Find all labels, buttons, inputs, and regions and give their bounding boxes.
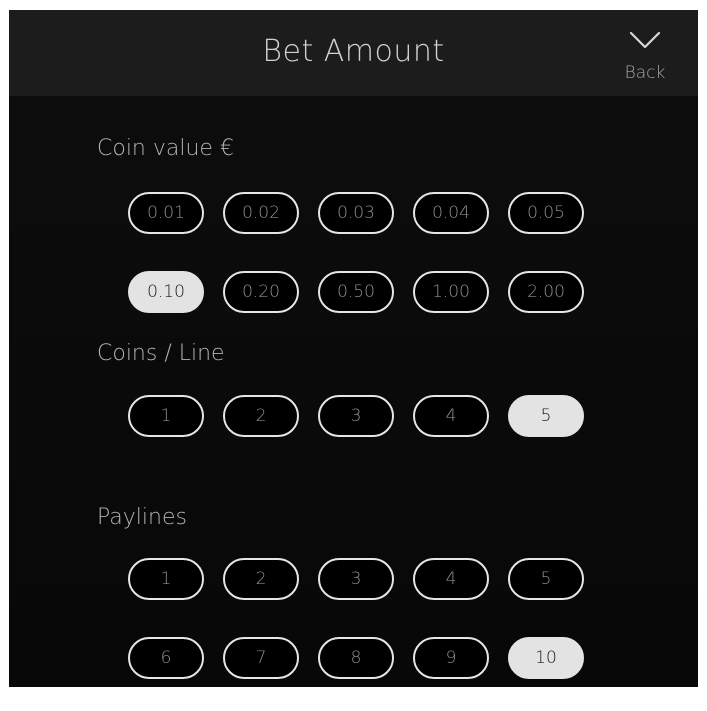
- chevron-down-icon: [629, 31, 661, 49]
- paylines-row-2: 6 7 8 9 10: [128, 637, 584, 679]
- coins-per-line-option[interactable]: 5: [508, 395, 584, 437]
- coins-per-line-label: Coins / Line: [97, 341, 225, 366]
- payline-option[interactable]: 8: [318, 637, 394, 679]
- coin-value-option[interactable]: 0.03: [318, 192, 394, 234]
- bet-amount-screen: Bet Amount Back Coin value € 0.01 0.02 0…: [9, 10, 698, 687]
- coins-per-line-option[interactable]: 2: [223, 395, 299, 437]
- payline-option[interactable]: 5: [508, 558, 584, 600]
- header-bar: Bet Amount Back: [9, 10, 698, 96]
- coins-per-line-option[interactable]: 4: [413, 395, 489, 437]
- payline-option[interactable]: 3: [318, 558, 394, 600]
- payline-option[interactable]: 4: [413, 558, 489, 600]
- payline-option[interactable]: 7: [223, 637, 299, 679]
- page-title: Bet Amount: [262, 34, 445, 69]
- coin-value-option[interactable]: 0.20: [223, 271, 299, 313]
- coins-per-line-row: 1 2 3 4 5: [128, 395, 584, 437]
- payline-option[interactable]: 1: [128, 558, 204, 600]
- coins-per-line-option[interactable]: 3: [318, 395, 394, 437]
- coin-value-option[interactable]: 0.04: [413, 192, 489, 234]
- coins-per-line-option[interactable]: 1: [128, 395, 204, 437]
- coin-value-option[interactable]: 0.50: [318, 271, 394, 313]
- coin-value-option[interactable]: 2.00: [508, 271, 584, 313]
- paylines-label: Paylines: [97, 505, 187, 530]
- back-button[interactable]: Back: [613, 30, 677, 88]
- coin-value-option[interactable]: 0.10: [128, 271, 204, 313]
- payline-option[interactable]: 9: [413, 637, 489, 679]
- payline-option[interactable]: 2: [223, 558, 299, 600]
- coin-value-option[interactable]: 0.02: [223, 192, 299, 234]
- coin-value-label: Coin value €: [97, 136, 234, 161]
- coin-value-row-1: 0.01 0.02 0.03 0.04 0.05: [128, 192, 584, 234]
- coin-value-option[interactable]: 0.01: [128, 192, 204, 234]
- payline-option[interactable]: 10: [508, 637, 584, 679]
- back-label: Back: [624, 63, 666, 83]
- paylines-row-1: 1 2 3 4 5: [128, 558, 584, 600]
- payline-option[interactable]: 6: [128, 637, 204, 679]
- coin-value-option[interactable]: 1.00: [413, 271, 489, 313]
- coin-value-option[interactable]: 0.05: [508, 192, 584, 234]
- coin-value-row-2: 0.10 0.20 0.50 1.00 2.00: [128, 271, 584, 313]
